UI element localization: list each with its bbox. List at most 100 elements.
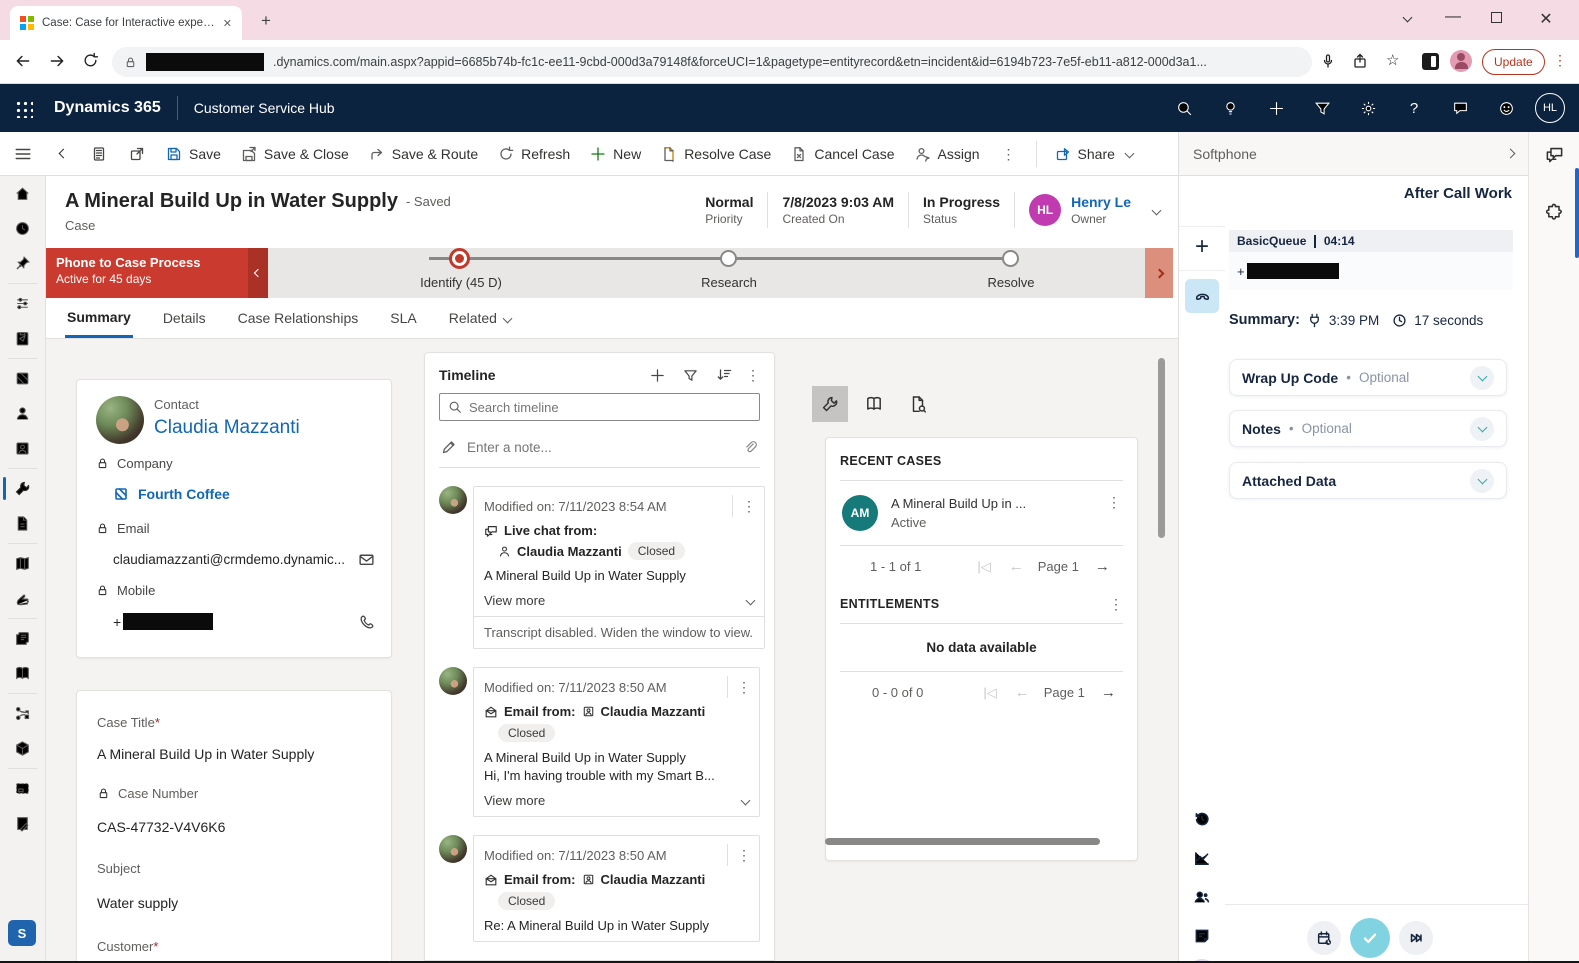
share-button[interactable]: Share: [1045, 138, 1143, 170]
sidebar-item-accounts[interactable]: [0, 361, 45, 396]
resolve-case-button[interactable]: Resolve Case: [651, 138, 781, 170]
assign-button[interactable]: Assign: [905, 138, 990, 170]
sidebar-item-articles[interactable]: [0, 621, 45, 656]
save-route-button[interactable]: Save & Route: [359, 138, 488, 170]
quick-create-icon[interactable]: [1253, 100, 1299, 117]
waffle-icon[interactable]: [0, 99, 46, 118]
sidebar-item-pinned[interactable]: [0, 246, 45, 281]
bpf-stage-dot-active[interactable]: [449, 248, 470, 269]
back-chevron-icon[interactable]: [46, 150, 80, 157]
sidebar-item-knowledge-search[interactable]: [0, 546, 45, 581]
sidebar-item-cases[interactable]: [0, 471, 45, 506]
popout-icon[interactable]: [118, 146, 156, 162]
vertical-scrollbar[interactable]: [1158, 358, 1165, 538]
timeline-search-input[interactable]: [469, 400, 751, 415]
sidebar-item-entitlements[interactable]: [0, 696, 45, 731]
sidebar-item-home[interactable]: [0, 176, 45, 211]
new-button[interactable]: New: [580, 138, 651, 170]
browser-sidebar-icon[interactable]: [1422, 53, 1439, 70]
recent-case-menu-icon[interactable]: ⋮: [1107, 495, 1121, 509]
sidebar-item-recent[interactable]: [0, 211, 45, 246]
skip-acw-icon[interactable]: [1399, 921, 1433, 955]
prev-page-icon[interactable]: ←: [1015, 684, 1030, 701]
bpf-prev-chevron[interactable]: [248, 248, 268, 298]
bpf-stage-dot[interactable]: [720, 250, 737, 267]
prev-page-icon[interactable]: ←: [1009, 558, 1024, 575]
chevron-down-icon[interactable]: [1470, 417, 1494, 441]
teams-chat-icon[interactable]: [1437, 100, 1483, 117]
tab-summary[interactable]: Summary: [65, 299, 133, 338]
sidebar-item-products[interactable]: [0, 731, 45, 766]
feedback-smiley-icon[interactable]: [1483, 100, 1529, 117]
tab-case-relationships[interactable]: Case Relationships: [236, 300, 361, 336]
entry-menu-icon[interactable]: ⋮: [742, 499, 756, 513]
schedule-callback-icon[interactable]: [1307, 921, 1341, 955]
brand-title[interactable]: Dynamics 365: [54, 99, 161, 117]
sidebar-item-social-profiles[interactable]: [0, 431, 45, 466]
more-commands-icon[interactable]: ⋮: [990, 147, 1028, 161]
save-close-button[interactable]: Save & Close: [231, 138, 359, 170]
tab-sla[interactable]: SLA: [388, 300, 418, 336]
tab-related[interactable]: Related: [447, 300, 513, 336]
entry-from[interactable]: Claudia Mazzanti: [601, 872, 706, 887]
browser-tab[interactable]: Case: Case for Interactive experie ✕: [10, 6, 242, 40]
softphone-call-tab-icon[interactable]: [1185, 279, 1219, 313]
header-expand-chevron-icon[interactable]: [1152, 205, 1162, 215]
mic-icon[interactable]: [1320, 53, 1336, 69]
bookmark-star-icon[interactable]: ☆: [1386, 51, 1399, 69]
recent-records-icon[interactable]: [80, 146, 118, 162]
next-page-icon[interactable]: →: [1101, 684, 1116, 701]
timeline-sort-icon[interactable]: [716, 367, 732, 383]
entry-subject[interactable]: Re: A Mineral Build Up in Water Supply: [484, 918, 749, 933]
sidebar-item-contacts[interactable]: [0, 396, 45, 431]
contact-photo[interactable]: [96, 396, 144, 444]
user-avatar[interactable]: HL: [1535, 93, 1565, 123]
back-icon[interactable]: [14, 52, 32, 70]
contact-name-link[interactable]: Claudia Mazzanti: [154, 417, 300, 439]
sitemap-hamburger-icon[interactable]: [0, 145, 46, 163]
contacts-people-icon[interactable]: [1179, 877, 1225, 916]
notes-card-icon[interactable]: [1179, 916, 1225, 955]
entry-view-more[interactable]: View more: [484, 593, 754, 608]
timeline-filter-icon[interactable]: [683, 368, 698, 383]
settings-gear-icon[interactable]: [1345, 100, 1391, 117]
sidebar-item-knowledge-base[interactable]: [0, 656, 45, 691]
app-name[interactable]: Customer Service Hub: [194, 100, 335, 116]
entry-menu-icon[interactable]: ⋮: [737, 680, 751, 694]
tab-article-search-icon[interactable]: [900, 386, 936, 422]
app-extensions-puzzle-icon[interactable]: [1529, 190, 1579, 234]
bpf-stage-resolve[interactable]: Resolve: [1001, 250, 1061, 290]
recent-case-item[interactable]: AM A Mineral Build Up in ... Active ⋮: [840, 481, 1123, 545]
timeline-more-icon[interactable]: ⋮: [746, 368, 760, 382]
entry-view-more[interactable]: View more: [484, 793, 749, 808]
sidebar-item-dashboards[interactable]: [0, 286, 45, 321]
timeline-add-icon[interactable]: [650, 368, 665, 383]
bpf-stage-research[interactable]: Research: [719, 250, 779, 290]
status-field[interactable]: In ProgressStatus: [923, 194, 1000, 226]
owner-field[interactable]: Henry LeOwner: [1071, 194, 1131, 226]
url-field[interactable]: .dynamics.com/main.aspx?appid=6685b74b-f…: [112, 47, 1312, 77]
wrap-up-code-accordion[interactable]: Wrap Up Code•Optional: [1229, 359, 1507, 396]
close-icon[interactable]: ✕: [1531, 9, 1561, 29]
recent-case-title[interactable]: A Mineral Build Up in ...: [891, 496, 1094, 511]
tab-details[interactable]: Details: [161, 300, 208, 336]
rail-scrollbar[interactable]: [1575, 168, 1579, 258]
sidebar-item-mailboxes[interactable]: [0, 771, 45, 806]
complete-acw-check-icon[interactable]: [1350, 918, 1390, 958]
save-button[interactable]: Save: [156, 138, 231, 170]
next-page-icon[interactable]: →: [1095, 558, 1110, 575]
refresh-button[interactable]: Refresh: [488, 138, 580, 170]
created-on-field[interactable]: 7/8/2023 9:03 AMCreated On: [782, 194, 894, 226]
sidebar-item-templates[interactable]: [0, 806, 45, 841]
timeline-search-box[interactable]: [439, 393, 760, 421]
forward-icon[interactable]: [48, 52, 66, 70]
sitemap-area-switcher[interactable]: S: [8, 920, 36, 946]
attached-data-accordion[interactable]: Attached Data: [1229, 462, 1507, 499]
case-number-value[interactable]: CAS-47732-V4V6K6: [97, 819, 225, 835]
filter-icon[interactable]: [1299, 100, 1345, 117]
send-email-icon[interactable]: [358, 551, 375, 568]
chevron-down-icon[interactable]: [1470, 469, 1494, 493]
entry-subject[interactable]: A Mineral Build Up in Water Supply: [484, 750, 749, 765]
update-button[interactable]: Update: [1482, 49, 1545, 75]
global-search-icon[interactable]: [1161, 100, 1207, 117]
